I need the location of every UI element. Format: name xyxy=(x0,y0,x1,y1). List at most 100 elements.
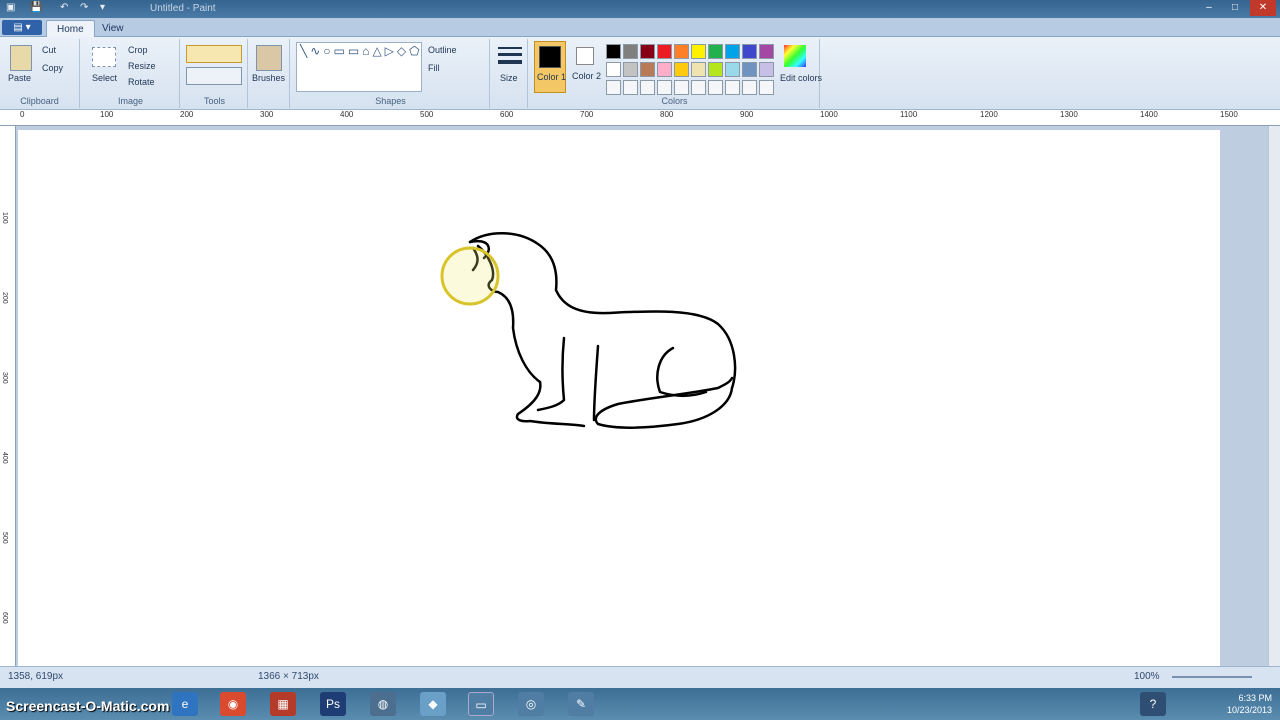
file-menu-button[interactable]: ▤ ▾ xyxy=(2,20,42,35)
palette-swatch[interactable] xyxy=(657,44,672,59)
ruler-tick-label: 600 xyxy=(500,110,514,119)
colors-group-label: Colors xyxy=(661,96,688,106)
palette-swatch-empty[interactable] xyxy=(759,80,774,95)
color2-selector[interactable]: Color 2 xyxy=(572,45,601,93)
rotate-button[interactable]: Rotate xyxy=(128,77,155,87)
tab-view[interactable]: View xyxy=(92,20,134,37)
palette-swatch[interactable] xyxy=(759,44,774,59)
clock-date: 10/23/2013 xyxy=(1226,705,1272,715)
palette-swatch-empty[interactable] xyxy=(725,80,740,95)
ruler-tick-label: 800 xyxy=(660,110,674,119)
zoom-slider[interactable] xyxy=(1172,676,1252,678)
ruler-tick-label: 500 xyxy=(420,110,434,119)
select-button[interactable]: Select xyxy=(92,73,117,83)
ruler-tick-label: 1300 xyxy=(1060,110,1078,119)
cursor-highlight xyxy=(440,246,500,306)
palette-swatch[interactable] xyxy=(708,44,723,59)
ie-icon[interactable]: e xyxy=(172,692,198,716)
palette-swatch-empty[interactable] xyxy=(606,80,621,95)
ruler-tick-label: 1100 xyxy=(900,110,918,119)
help-icon[interactable]: ? xyxy=(1140,692,1166,716)
palette-swatch-empty[interactable] xyxy=(640,80,655,95)
palette-swatch[interactable] xyxy=(623,62,638,77)
brushes-button[interactable]: Brushes xyxy=(252,73,285,83)
chrome-icon[interactable]: ◉ xyxy=(220,692,246,716)
palette-swatch[interactable] xyxy=(691,44,706,59)
app-menu-icon[interactable]: ▣ xyxy=(6,2,15,13)
palette-swatch[interactable] xyxy=(725,62,740,77)
window-title: Untitled - Paint xyxy=(150,3,216,14)
size-line-icon xyxy=(498,60,522,64)
ruler-tick-label: 200 xyxy=(1,292,8,304)
size-line-icon[interactable] xyxy=(498,47,522,49)
cut-button[interactable]: Cut xyxy=(42,45,56,55)
tab-home[interactable]: Home xyxy=(46,20,95,37)
cat-front-leg-inner xyxy=(536,336,566,412)
status-bar: 1358, 619px 1366 × 713px 100% xyxy=(0,666,1280,688)
pencil-tool-icon[interactable] xyxy=(186,45,242,63)
copy-button[interactable]: Copy xyxy=(42,63,63,73)
eraser-tool-icon[interactable] xyxy=(186,67,242,85)
palette-swatch[interactable] xyxy=(742,44,757,59)
drawing-canvas[interactable] xyxy=(18,130,1220,666)
app-icon[interactable]: ✎ xyxy=(568,692,594,716)
palette-swatch[interactable] xyxy=(759,62,774,77)
app-icon[interactable]: ▦ xyxy=(270,692,296,716)
paint-window: ▣ 💾 ↶ ↷ ▾ Untitled - Paint – □ ✕ ▤ ▾ Hom… xyxy=(0,0,1280,720)
size-button[interactable]: Size xyxy=(500,73,518,83)
ruler-tick-label: 300 xyxy=(260,110,274,119)
palette-swatch[interactable] xyxy=(640,44,655,59)
clock-time: 6:33 PM xyxy=(1238,693,1272,703)
palette-swatch[interactable] xyxy=(606,44,621,59)
image-size: 1366 × 713px xyxy=(258,671,319,682)
palette-swatch[interactable] xyxy=(674,44,689,59)
system-clock[interactable]: 6:33 PM 10/23/2013 xyxy=(1227,692,1272,716)
brush-icon[interactable] xyxy=(256,45,282,71)
palette-swatch-empty[interactable] xyxy=(623,80,638,95)
palette-swatch-empty[interactable] xyxy=(691,80,706,95)
customize-quick-access-icon[interactable]: ▾ xyxy=(100,2,105,13)
paste-label[interactable]: Paste xyxy=(8,73,31,83)
ruler-tick-label: 300 xyxy=(1,372,8,384)
vertical-scrollbar[interactable] xyxy=(1268,126,1280,666)
outline-button[interactable]: Outline xyxy=(428,45,457,55)
app-icon[interactable]: ◆ xyxy=(420,692,446,716)
photoshop-icon[interactable]: Ps xyxy=(320,692,346,716)
palette-swatch[interactable] xyxy=(725,44,740,59)
palette-swatch-empty[interactable] xyxy=(674,80,689,95)
ruler-tick-label: 100 xyxy=(1,212,8,224)
palette-swatch[interactable] xyxy=(691,62,706,77)
redo-icon[interactable]: ↷ xyxy=(80,2,88,13)
palette-swatch[interactable] xyxy=(640,62,655,77)
app-icon[interactable]: ◎ xyxy=(518,692,544,716)
palette-swatch-empty[interactable] xyxy=(708,80,723,95)
palette-swatch[interactable] xyxy=(606,62,621,77)
maximize-button[interactable]: □ xyxy=(1222,0,1248,16)
palette-swatch[interactable] xyxy=(623,44,638,59)
ruler-tick-label: 600 xyxy=(1,612,8,624)
app-icon[interactable]: ◍ xyxy=(370,692,396,716)
palette-swatch[interactable] xyxy=(708,62,723,77)
select-icon[interactable] xyxy=(92,47,116,67)
color1-selector[interactable]: Color 1 xyxy=(534,41,566,93)
palette-swatch-empty[interactable] xyxy=(742,80,757,95)
edit-colors-icon[interactable] xyxy=(784,45,806,67)
shapes-gallery[interactable]: ╲∿○▭▭⌂△▷◇⬠⬡⇨⇦⇧⇩☆✦✧▭▭○♡⚡ xyxy=(296,42,422,92)
edit-colors-button[interactable]: Edit colors xyxy=(780,73,822,83)
paint-taskbar-icon[interactable]: ▭ xyxy=(468,692,494,716)
minimize-button[interactable]: – xyxy=(1196,0,1222,16)
palette-swatch-empty[interactable] xyxy=(657,80,672,95)
paste-icon[interactable] xyxy=(10,45,32,71)
save-icon[interactable]: 💾 xyxy=(30,2,42,13)
ruler-tick-label: 1000 xyxy=(820,110,838,119)
palette-swatch[interactable] xyxy=(657,62,672,77)
fill-button[interactable]: Fill xyxy=(428,63,440,73)
cat-front-leg-outline xyxy=(515,380,586,428)
palette-swatch[interactable] xyxy=(742,62,757,77)
color2-swatch xyxy=(576,47,594,65)
palette-swatch[interactable] xyxy=(674,62,689,77)
close-button[interactable]: ✕ xyxy=(1250,0,1276,16)
resize-button[interactable]: Resize xyxy=(128,61,156,71)
crop-button[interactable]: Crop xyxy=(128,45,148,55)
undo-icon[interactable]: ↶ xyxy=(60,2,68,13)
